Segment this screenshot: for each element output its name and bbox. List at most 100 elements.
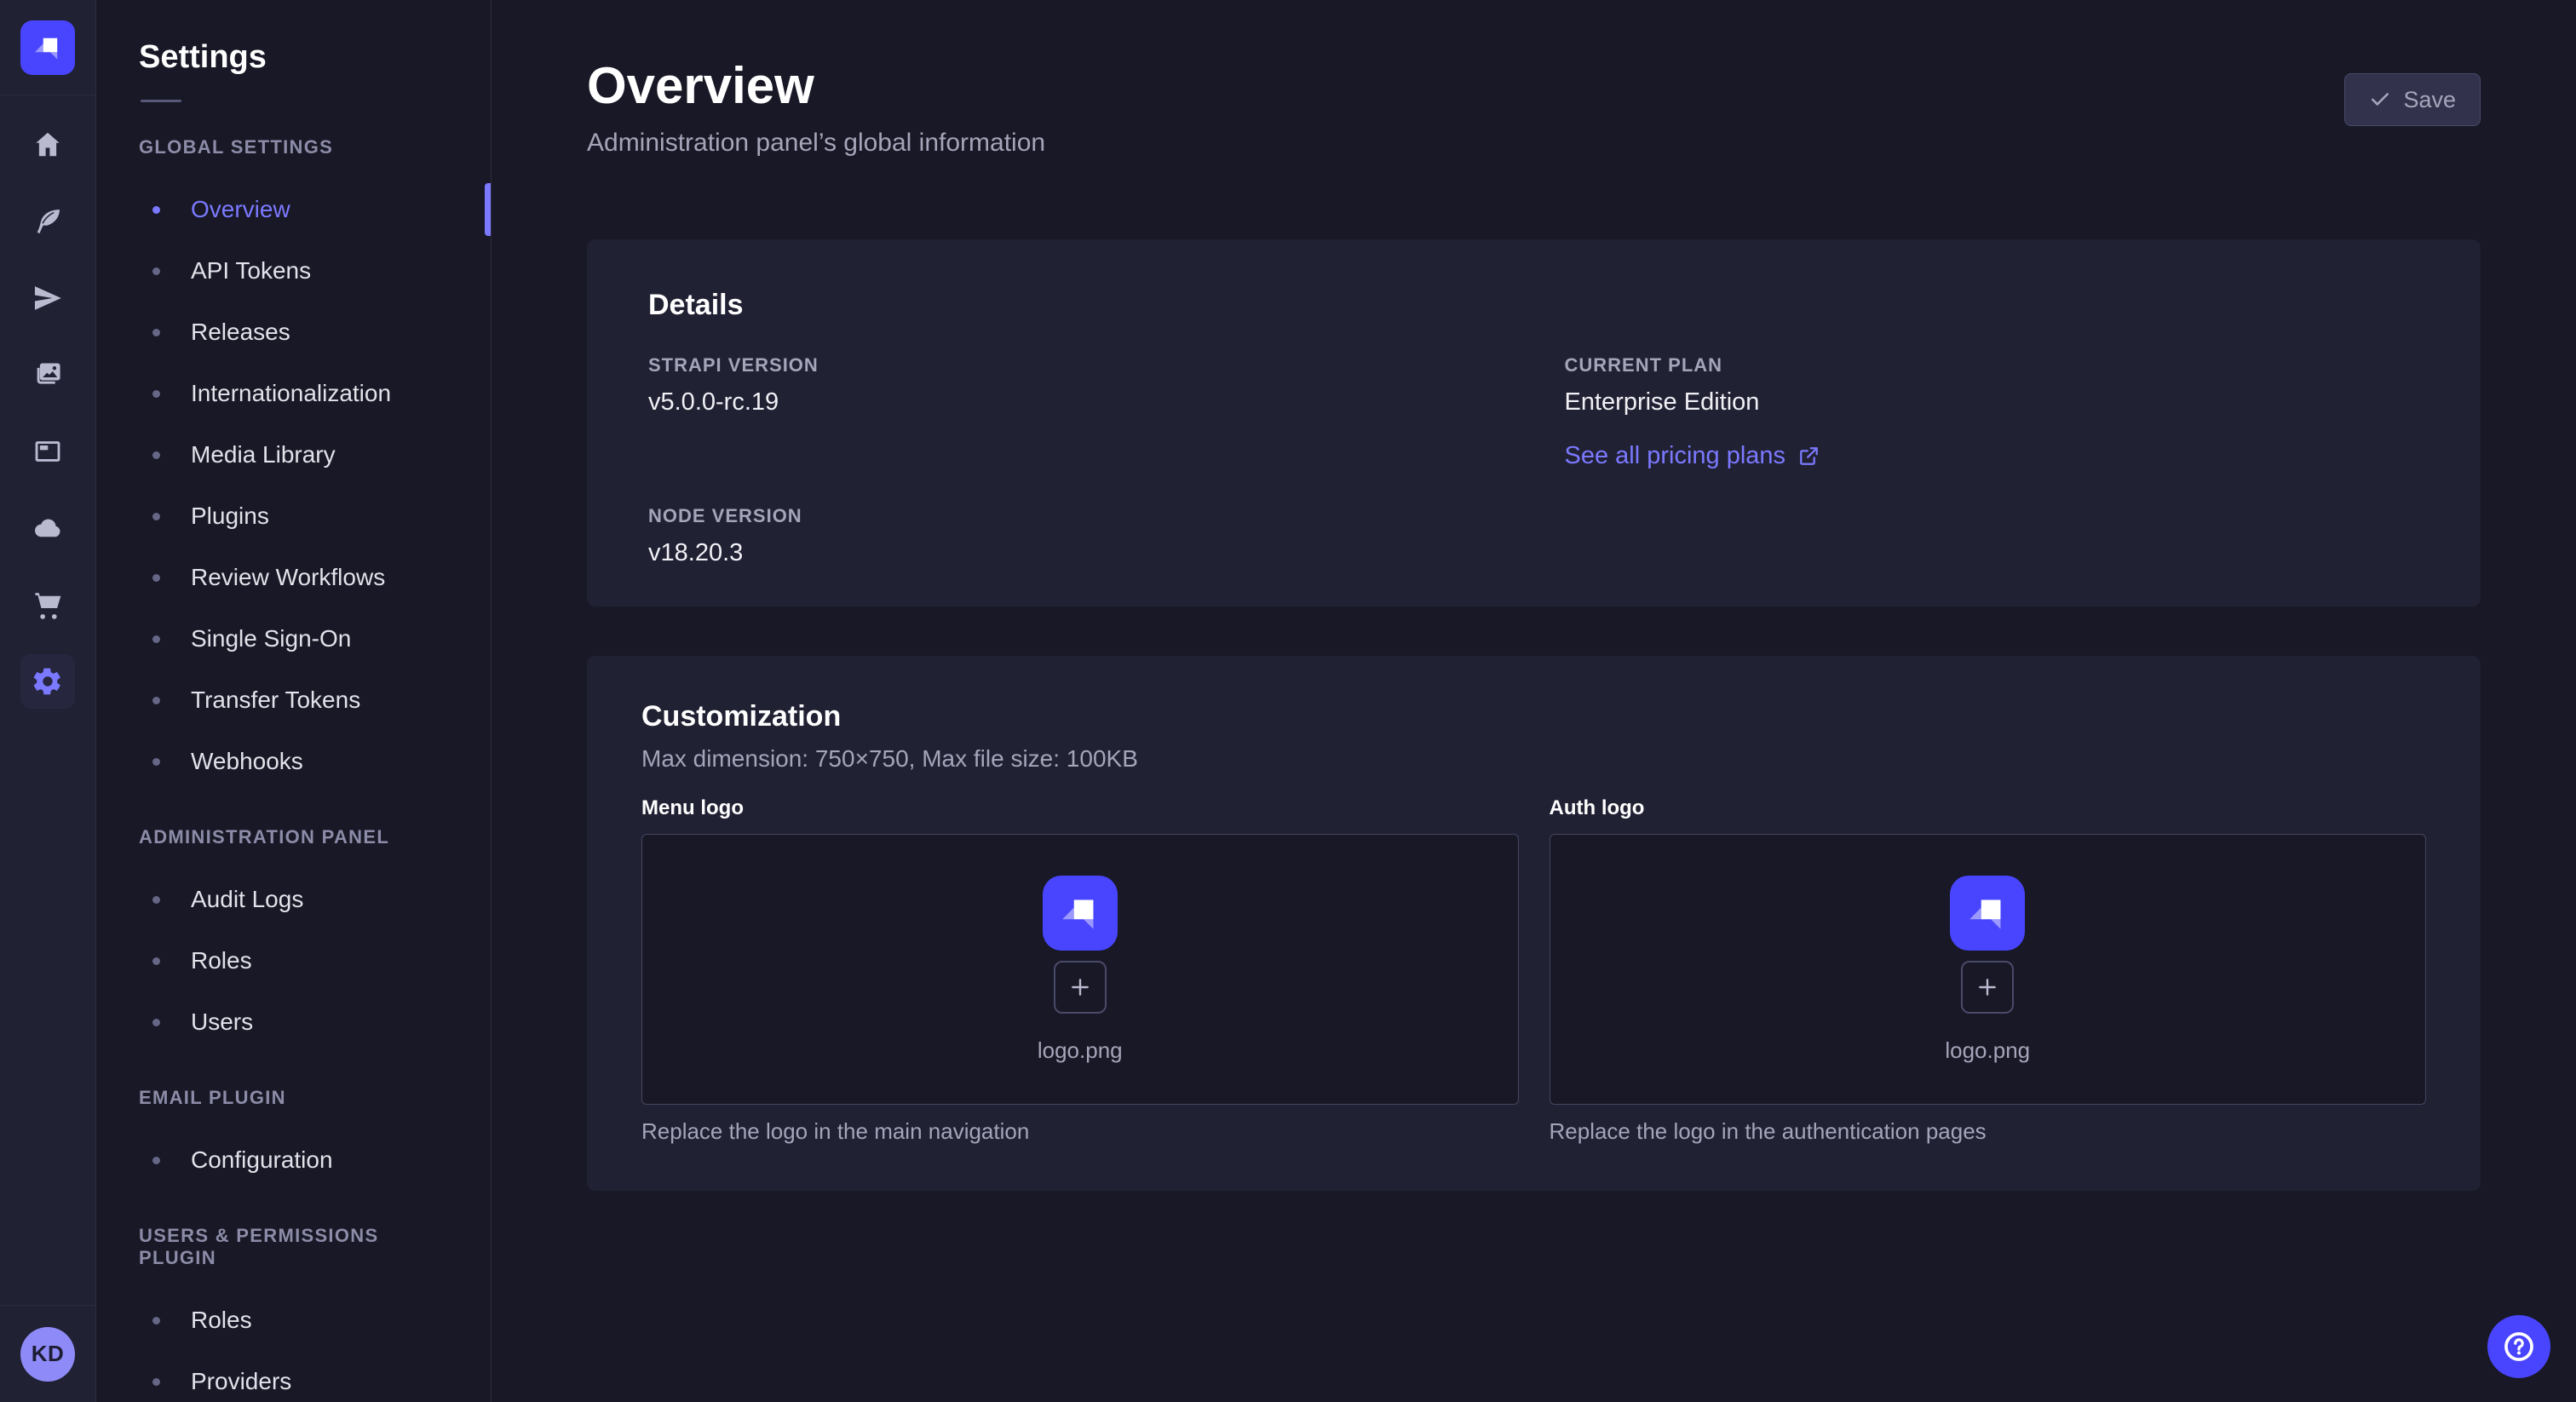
subnav-item-label: Plugins bbox=[191, 503, 269, 530]
page-header-text: Overview Administration panel’s global i… bbox=[587, 56, 1045, 158]
customization-card: Customization Max dimension: 750×750, Ma… bbox=[587, 656, 2481, 1191]
subnav-item-plugins[interactable]: Plugins bbox=[96, 486, 491, 547]
details-card-title: Details bbox=[648, 289, 2419, 322]
details-col-right-fields: CURRENT PLAN Enterprise Edition bbox=[1565, 354, 2420, 417]
subnav-section-label: USERS & PERMISSIONS PLUGIN bbox=[139, 1225, 448, 1269]
bullet-icon bbox=[152, 1157, 160, 1164]
field-current-plan: CURRENT PLAN Enterprise Edition bbox=[1565, 354, 2420, 417]
field-value: Enterprise Edition bbox=[1565, 388, 2420, 417]
cloud-icon bbox=[32, 512, 64, 544]
subnav-item-releases[interactable]: Releases bbox=[96, 302, 491, 363]
main-content: Overview Administration panel’s global i… bbox=[492, 0, 2576, 1402]
bullet-icon bbox=[152, 1019, 160, 1026]
bullet-icon bbox=[152, 758, 160, 766]
subnav-item-providers[interactable]: Providers bbox=[96, 1351, 491, 1402]
subnav-item-users[interactable]: Users bbox=[96, 991, 491, 1053]
details-card: Details STRAPI VERSION v5.0.0-rc.19 NODE V… bbox=[587, 239, 2481, 606]
save-button-label: Save bbox=[2403, 87, 2456, 113]
bullet-icon bbox=[152, 390, 160, 398]
subnav-item-internationalization[interactable]: Internationalization bbox=[96, 363, 491, 424]
rail-item-home[interactable] bbox=[20, 118, 75, 172]
rail-brand-area bbox=[0, 0, 95, 95]
add-logo-button[interactable] bbox=[1054, 961, 1107, 1014]
subnav-item-webhooks[interactable]: Webhooks bbox=[96, 731, 491, 792]
subnav-list: Roles Providers bbox=[96, 1290, 491, 1402]
bullet-icon bbox=[152, 574, 160, 582]
upload-hint: Replace the logo in the main navigation bbox=[641, 1118, 1519, 1145]
avatar[interactable]: KD bbox=[20, 1327, 75, 1382]
settings-subnav: Settings GLOBAL SETTINGSOverviewAPI Toke… bbox=[96, 0, 492, 1402]
subnav-item-label: Releases bbox=[191, 319, 290, 346]
page-subtitle: Administration panel’s global informatio… bbox=[587, 129, 1045, 158]
subnav-item-audit-logs[interactable]: Audit Logs bbox=[96, 869, 491, 930]
field-label: STRAPI VERSION bbox=[648, 354, 1504, 376]
subnav-item-label: Transfer Tokens bbox=[191, 687, 360, 714]
images-icon bbox=[32, 359, 64, 391]
rail-item-cart[interactable] bbox=[20, 577, 75, 632]
subnav-item-label: Roles bbox=[191, 947, 252, 974]
subnav-item-single-sign-on[interactable]: Single Sign-On bbox=[96, 608, 491, 669]
subnav-item-label: Review Workflows bbox=[191, 564, 385, 591]
subnav-sections: GLOBAL SETTINGSOverviewAPI TokensRelease… bbox=[96, 136, 491, 1402]
details-col-right: CURRENT PLAN Enterprise Edition See all p… bbox=[1565, 354, 2420, 567]
title-divider bbox=[141, 100, 181, 102]
pricing-plans-link[interactable]: See all pricing plans bbox=[1565, 442, 1821, 470]
strapi-logo[interactable] bbox=[20, 20, 75, 75]
save-button[interactable]: Save bbox=[2344, 73, 2481, 126]
add-logo-button[interactable] bbox=[1961, 961, 2014, 1014]
subnav-item-transfer-tokens[interactable]: Transfer Tokens bbox=[96, 669, 491, 731]
subnav-item-review-workflows[interactable]: Review Workflows bbox=[96, 547, 491, 608]
subnav-item-media-library[interactable]: Media Library bbox=[96, 424, 491, 486]
subnav-item-label: Configuration bbox=[191, 1146, 333, 1174]
bullet-icon bbox=[152, 1378, 160, 1386]
uploaded-logo-preview bbox=[1950, 876, 2025, 951]
bullet-icon bbox=[152, 896, 160, 904]
gear-icon bbox=[32, 665, 64, 698]
rail-item-feather[interactable] bbox=[20, 194, 75, 249]
logo-uploads: Menu logologo.pngReplace the logo in the… bbox=[641, 796, 2426, 1145]
subnav-item-label: Media Library bbox=[191, 441, 336, 468]
subnav-item-configuration[interactable]: Configuration bbox=[96, 1129, 491, 1191]
page-header: Overview Administration panel’s global i… bbox=[587, 56, 2481, 158]
upload-hint: Replace the logo in the authentication p… bbox=[1550, 1118, 2427, 1145]
subnav-item-label: Single Sign-On bbox=[191, 625, 351, 652]
bullet-icon bbox=[152, 451, 160, 459]
subnav-item-label: API Tokens bbox=[191, 257, 311, 284]
field-node-version: NODE VERSIONv18.20.3 bbox=[648, 505, 1504, 567]
subnav-section-label: ADMINISTRATION PANEL bbox=[139, 826, 448, 848]
subnav-list: Configuration bbox=[96, 1129, 491, 1191]
active-indicator bbox=[485, 183, 491, 236]
plus-icon bbox=[1067, 974, 1094, 1001]
subnav-list: Overview API Tokens Releases Internationali… bbox=[96, 179, 491, 792]
bullet-icon bbox=[152, 635, 160, 643]
bullet-icon bbox=[152, 1317, 160, 1324]
subnav-item-overview[interactable]: Overview bbox=[96, 179, 491, 240]
subnav-item-roles[interactable]: Roles bbox=[96, 930, 491, 991]
subnav-item-label: Audit Logs bbox=[191, 886, 303, 913]
question-circle-icon bbox=[2501, 1329, 2537, 1365]
rail-item-images[interactable] bbox=[20, 348, 75, 402]
details-grid: STRAPI VERSION v5.0.0-rc.19 NODE VERSIONv1… bbox=[648, 354, 2419, 567]
field-label: CURRENT PLAN bbox=[1565, 354, 2420, 376]
field-value: v18.20.3 bbox=[648, 539, 1504, 567]
rail-item-gear[interactable] bbox=[20, 654, 75, 709]
upload-dropzone-auth-logo[interactable]: logo.png bbox=[1550, 834, 2427, 1105]
external-link-icon bbox=[1797, 445, 1820, 468]
subnav-item-roles[interactable]: Roles bbox=[96, 1290, 491, 1351]
subnav-item-label: Overview bbox=[191, 196, 290, 223]
field-value: v5.0.0-rc.19 bbox=[648, 388, 1504, 417]
rail-item-layout[interactable] bbox=[20, 424, 75, 479]
subnav-item-label: Roles bbox=[191, 1307, 252, 1334]
bullet-icon bbox=[152, 697, 160, 704]
bullet-icon bbox=[152, 206, 160, 214]
home-icon bbox=[32, 129, 64, 161]
page-title: Overview bbox=[587, 56, 1045, 115]
rail-item-cloud[interactable] bbox=[20, 501, 75, 555]
rail-item-paper-plane[interactable] bbox=[20, 271, 75, 325]
subnav-item-api-tokens[interactable]: API Tokens bbox=[96, 240, 491, 302]
pricing-plans-link-label: See all pricing plans bbox=[1565, 442, 1786, 470]
plus-icon bbox=[1974, 974, 2001, 1001]
upload-dropzone-menu-logo[interactable]: logo.png bbox=[641, 834, 1519, 1105]
strapi-mark-icon bbox=[30, 30, 66, 66]
help-button[interactable] bbox=[2487, 1315, 2550, 1378]
